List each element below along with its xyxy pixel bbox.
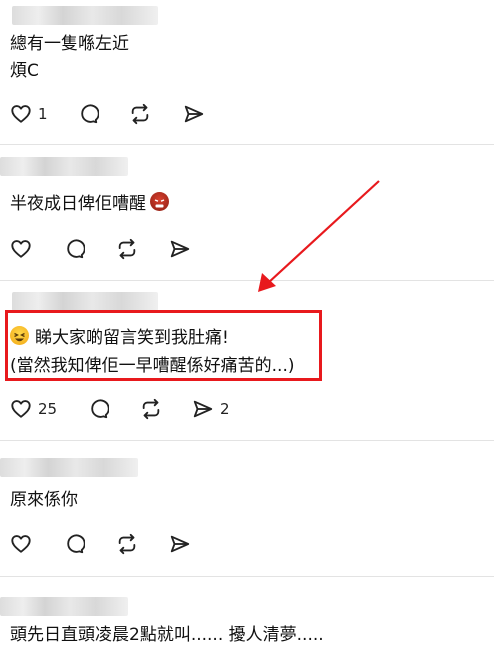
share-button[interactable]: 2 <box>192 396 230 422</box>
like-button[interactable]: 1 <box>10 101 48 127</box>
repost-icon <box>116 533 138 555</box>
comment-icon <box>77 103 99 125</box>
divider <box>0 440 494 441</box>
comment-actions: 25 2 <box>10 396 310 422</box>
divider <box>0 576 494 577</box>
repost-button[interactable] <box>140 396 162 422</box>
heart-icon <box>10 238 32 260</box>
like-button[interactable] <box>10 236 32 262</box>
like-button[interactable] <box>10 531 32 557</box>
divider <box>0 144 494 145</box>
heart-icon <box>10 533 32 555</box>
like-count: 25 <box>38 400 58 418</box>
share-button[interactable] <box>183 101 205 127</box>
username-blurred[interactable] <box>12 6 158 25</box>
share-count: 2 <box>220 400 230 418</box>
angry-face-emoji-icon <box>150 192 169 211</box>
username-blurred[interactable] <box>0 597 128 616</box>
laughing-face-emoji-icon <box>10 326 29 345</box>
repost-button[interactable] <box>116 531 138 557</box>
comment-actions: 1 <box>10 101 310 127</box>
comment-text: 半夜成日俾佢嘈醒 <box>10 189 169 219</box>
repost-icon <box>129 103 151 125</box>
share-button[interactable] <box>169 531 191 557</box>
username-blurred[interactable] <box>0 458 138 477</box>
comment-text: 總有一隻喺左近 <box>10 34 129 54</box>
share-button[interactable] <box>169 236 191 262</box>
like-count: 1 <box>38 105 48 123</box>
send-icon <box>169 238 191 260</box>
username-blurred[interactable] <box>0 157 128 176</box>
heart-icon <box>10 398 32 420</box>
comment-text: 煩C <box>10 61 39 81</box>
send-icon <box>183 103 205 125</box>
reply-button[interactable] <box>77 101 99 127</box>
reply-button[interactable] <box>63 531 85 557</box>
send-icon <box>169 533 191 555</box>
comment-text: 原來係你 <box>10 490 78 510</box>
comment-text: 睇大家啲留言笑到我肚痛! <box>10 323 229 353</box>
divider <box>0 280 494 281</box>
repost-button[interactable] <box>116 236 138 262</box>
heart-icon <box>10 103 32 125</box>
comment-text: (當然我知俾佢一早嘈醒係好痛苦的...) <box>10 356 295 376</box>
like-button[interactable]: 25 <box>10 396 57 422</box>
reply-button[interactable] <box>63 236 85 262</box>
comment-icon <box>63 238 85 260</box>
comment-actions <box>10 531 310 557</box>
repost-icon <box>116 238 138 260</box>
repost-button[interactable] <box>129 101 151 127</box>
comment-text: 頭先日直頭凌晨2點就叫...... 擾人清夢..... <box>10 625 324 645</box>
repost-icon <box>140 398 162 420</box>
send-icon <box>192 398 214 420</box>
comment-icon <box>87 398 109 420</box>
comment-actions <box>10 236 310 262</box>
username-blurred[interactable] <box>12 292 158 311</box>
comment-icon <box>63 533 85 555</box>
reply-button[interactable] <box>87 396 109 422</box>
